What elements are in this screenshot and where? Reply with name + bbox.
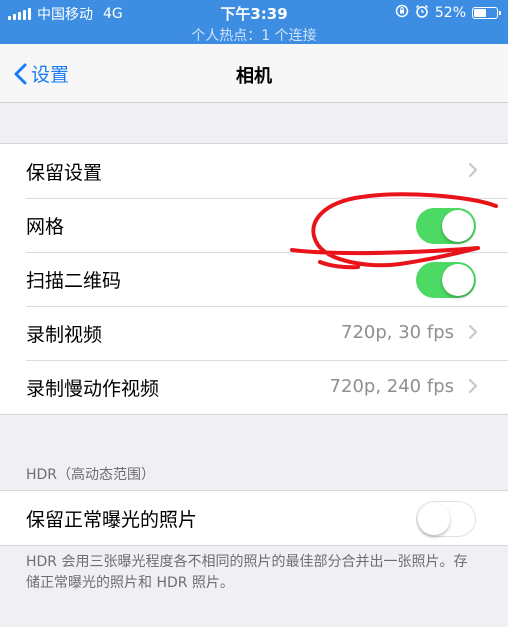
record-slomo-row[interactable]: 录制慢动作视频 720p, 240 fps xyxy=(0,360,508,414)
grid-row: 网格 xyxy=(0,198,508,252)
row-label: 保留设置 xyxy=(26,162,103,184)
row-label: 扫描二维码 xyxy=(26,270,122,292)
record-video-row[interactable]: 录制视频 720p, 30 fps xyxy=(0,306,508,360)
hdr-section-header: HDR（高动态范围） xyxy=(26,467,156,483)
chevron-right-icon xyxy=(468,162,478,178)
scan-qr-row: 扫描二维码 xyxy=(0,252,508,306)
hdr-settings-group: 保留正常曝光的照片 xyxy=(0,490,508,546)
navigation-bar: 设置 相机 xyxy=(0,44,508,103)
camera-settings-group: 保留设置 网格 扫描二维码 录制视频 720p, 30 fps 录制慢动作视频 … xyxy=(0,143,508,415)
keep-normal-photo-row: 保留正常曝光的照片 xyxy=(0,491,508,545)
rotation-lock-icon xyxy=(395,4,409,22)
row-label: 录制慢动作视频 xyxy=(26,378,160,400)
status-bar: 中国移动 4G 下午3:39 52% 个人热点：1 个连接 xyxy=(0,0,508,44)
keep-normal-photo-toggle[interactable] xyxy=(416,501,476,537)
battery-icon xyxy=(472,7,501,19)
hotspot-banner[interactable]: 个人热点：1 个连接 xyxy=(0,25,508,45)
row-label: 录制视频 xyxy=(26,324,103,346)
page-title: 相机 xyxy=(236,66,272,87)
alarm-icon xyxy=(415,4,429,22)
chevron-right-icon xyxy=(468,324,478,340)
preserve-settings-row[interactable]: 保留设置 xyxy=(0,144,508,198)
grid-toggle[interactable] xyxy=(416,208,476,244)
row-value: 720p, 30 fps xyxy=(341,322,454,343)
scan-qr-toggle[interactable] xyxy=(416,262,476,298)
chevron-right-icon xyxy=(468,378,478,394)
row-label: 保留正常曝光的照片 xyxy=(26,509,198,531)
row-value: 720p, 240 fps xyxy=(329,376,454,397)
row-label: 网格 xyxy=(26,216,65,238)
hdr-footnote: HDR 会用三张曝光程度各不相同的照片的最佳部分合并出一张照片。存储正常曝光的照… xyxy=(26,554,468,591)
battery-percent: 52% xyxy=(434,5,466,21)
